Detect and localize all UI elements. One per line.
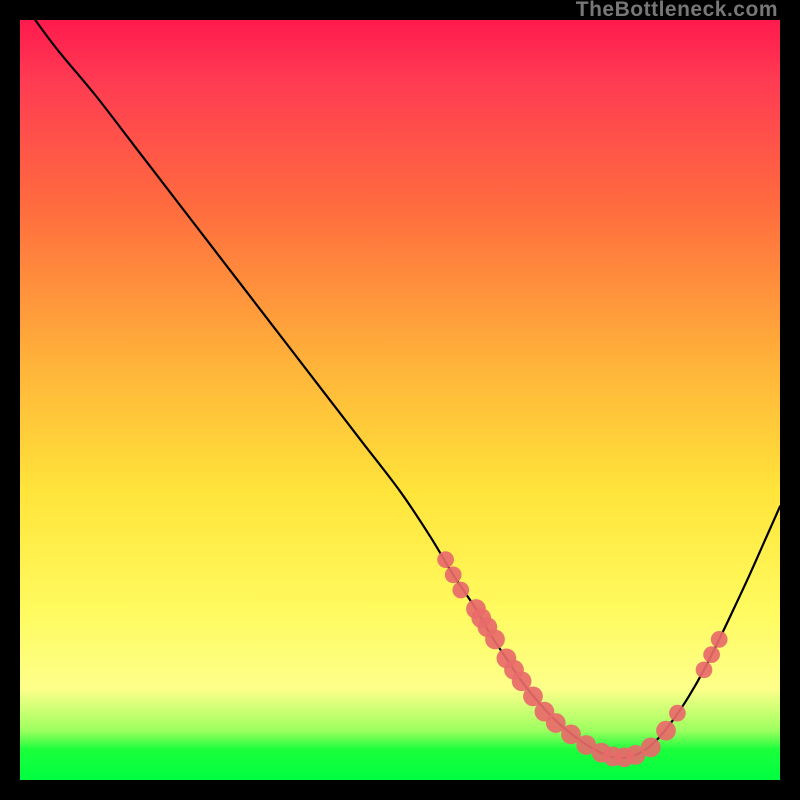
chart-svg (20, 20, 780, 780)
data-marker (485, 630, 505, 650)
data-marker (711, 631, 728, 648)
data-marker (437, 551, 454, 568)
data-marker (696, 661, 713, 678)
data-marker (641, 737, 661, 757)
data-marker (703, 646, 720, 663)
chart-container: TheBottleneck.com (0, 0, 800, 800)
data-marker (669, 705, 686, 722)
plot-area (20, 20, 780, 780)
data-markers (437, 551, 727, 767)
data-curve (35, 20, 780, 758)
data-marker (452, 582, 469, 599)
attribution-text: TheBottleneck.com (576, 0, 778, 20)
data-marker (445, 566, 462, 583)
data-marker (656, 721, 676, 741)
